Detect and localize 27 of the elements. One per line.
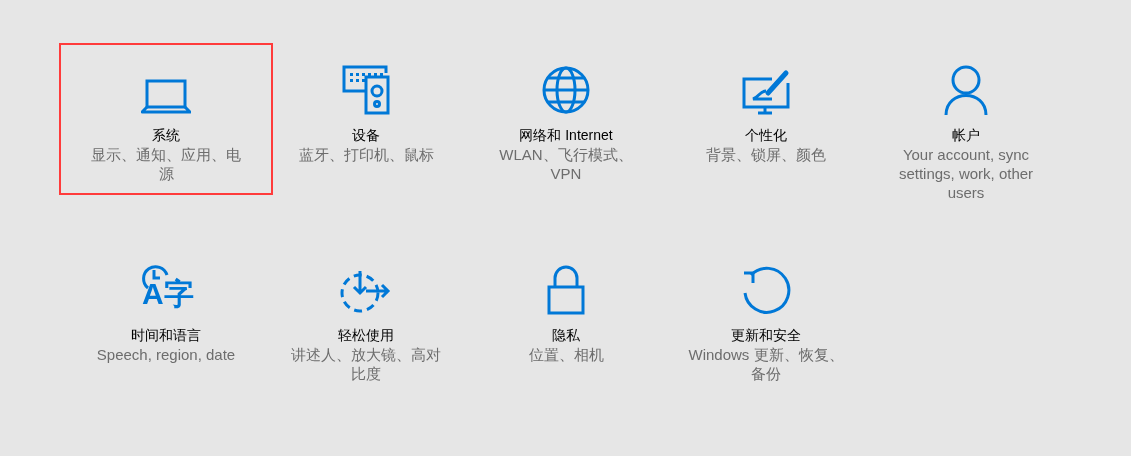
settings-tile[interactable]: 系统 显示、通知、应用、电源 bbox=[59, 43, 273, 195]
tile-description: Your account, sync settings, work, other users bbox=[897, 145, 1035, 202]
tile-title: 隐私 bbox=[552, 326, 580, 345]
globe-icon bbox=[541, 65, 591, 115]
tile-title: 更新和安全 bbox=[731, 326, 801, 345]
tile-description: Speech, region, date bbox=[95, 345, 237, 364]
tile-title: 轻松使用 bbox=[338, 326, 394, 345]
refresh-icon bbox=[741, 265, 791, 315]
tile-description: 背景、锁屏、颜色 bbox=[705, 145, 827, 164]
tile-title: 系统 bbox=[152, 126, 180, 145]
person-icon bbox=[944, 65, 988, 115]
tile-title: 网络和 Internet bbox=[519, 126, 613, 145]
tile-title: 个性化 bbox=[745, 126, 787, 145]
tile-description: Windows 更新、恢复、备份 bbox=[687, 345, 845, 383]
tile-description: 位置、相机 bbox=[527, 345, 605, 364]
tile-title: 时间和语言 bbox=[131, 326, 201, 345]
tile-description: WLAN、飞行模式、VPN bbox=[498, 145, 634, 183]
tile-title: 设备 bbox=[352, 126, 380, 145]
tile-description: 显示、通知、应用、电源 bbox=[90, 145, 242, 183]
lock-icon bbox=[546, 265, 586, 315]
tile-title: 帐户 bbox=[952, 126, 980, 145]
tile-description: 蓝牙、打印机、鼠标 bbox=[297, 145, 435, 164]
keyboard-speaker-icon bbox=[342, 65, 390, 115]
laptop-icon bbox=[141, 79, 191, 115]
monitor-brush-icon bbox=[742, 69, 790, 115]
dashed-circle-arrow-icon bbox=[340, 269, 392, 315]
tile-description: 讲述人、放大镜、高对比度 bbox=[290, 345, 442, 383]
